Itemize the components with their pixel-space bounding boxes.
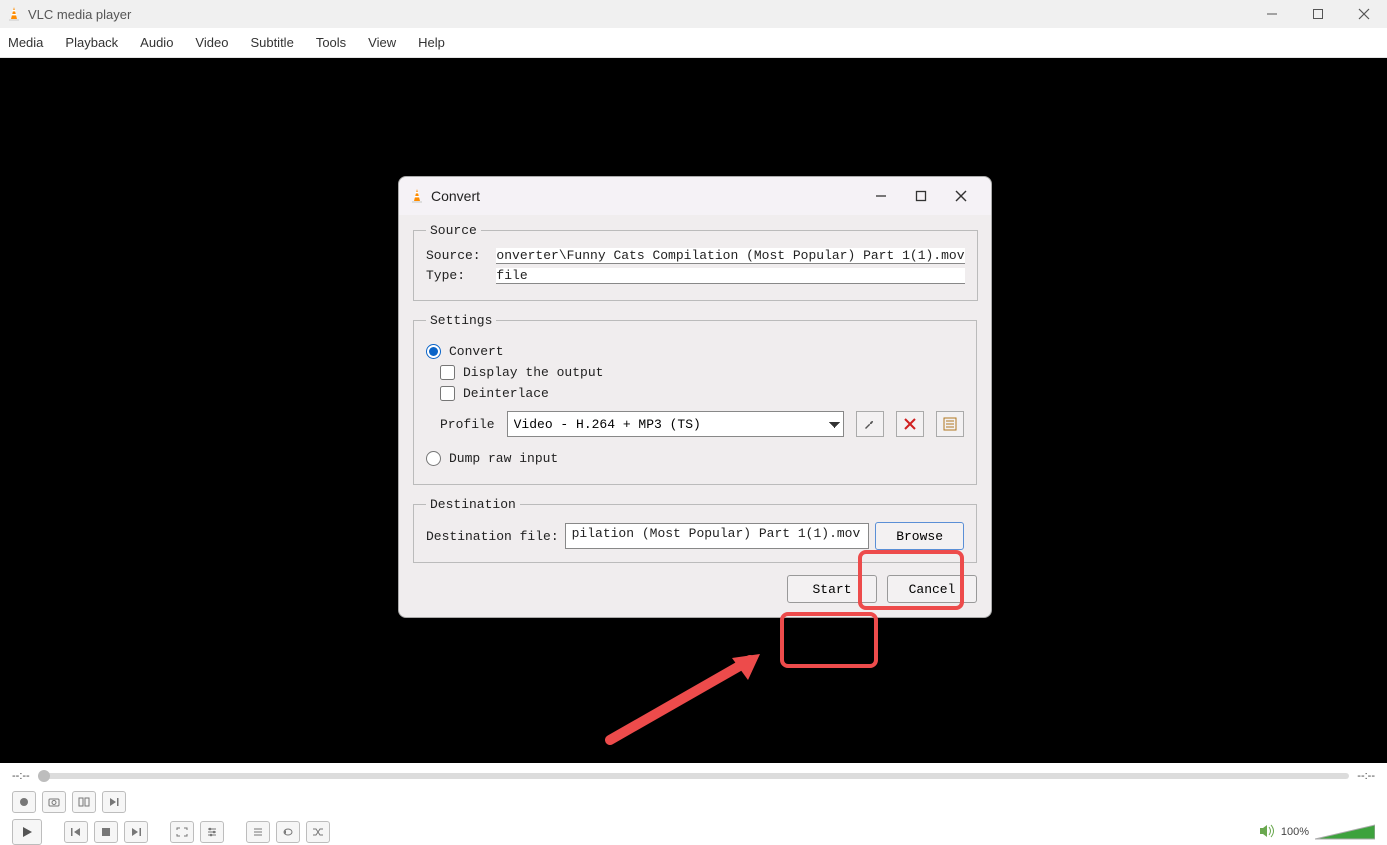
dump-radio[interactable] bbox=[426, 451, 441, 466]
convert-radio-row[interactable]: Convert bbox=[426, 344, 964, 359]
source-legend: Source bbox=[426, 223, 481, 238]
deinterlace-row[interactable]: Deinterlace bbox=[440, 386, 964, 401]
menu-view[interactable]: View bbox=[368, 35, 396, 50]
settings-group: Settings Convert Display the output Dein… bbox=[413, 313, 977, 485]
titlebar: VLC media player bbox=[0, 0, 1387, 28]
display-output-row[interactable]: Display the output bbox=[440, 365, 964, 380]
start-button[interactable]: Start bbox=[787, 575, 877, 603]
app-title: VLC media player bbox=[28, 7, 1249, 22]
speaker-icon[interactable] bbox=[1259, 824, 1275, 841]
new-profile-button[interactable] bbox=[936, 411, 964, 437]
x-icon bbox=[904, 418, 916, 430]
loop-button[interactable] bbox=[276, 821, 300, 843]
destination-group: Destination Destination file: pilation (… bbox=[413, 497, 977, 563]
stop-button[interactable] bbox=[94, 821, 118, 843]
deinterlace-checkbox[interactable] bbox=[440, 386, 455, 401]
time-elapsed: --:-- bbox=[12, 770, 30, 782]
skip-forward-button[interactable] bbox=[124, 821, 148, 843]
type-value: file bbox=[496, 268, 964, 284]
vlc-cone-icon bbox=[409, 188, 425, 204]
menu-playback[interactable]: Playback bbox=[65, 35, 118, 50]
vlc-cone-icon bbox=[6, 6, 22, 22]
menubar: Media Playback Audio Video Subtitle Tool… bbox=[0, 28, 1387, 58]
browse-button[interactable]: Browse bbox=[875, 522, 964, 550]
menu-media[interactable]: Media bbox=[8, 35, 43, 50]
profile-select[interactable]: Video - H.264 + MP3 (TS) bbox=[507, 411, 844, 437]
shuffle-button[interactable] bbox=[306, 821, 330, 843]
source-value: onverter\Funny Cats Compilation (Most Po… bbox=[496, 248, 964, 264]
seek-slider[interactable] bbox=[38, 773, 1350, 779]
dialog-maximize-button[interactable] bbox=[901, 182, 941, 210]
convert-label: Convert bbox=[449, 344, 504, 359]
menu-video[interactable]: Video bbox=[195, 35, 228, 50]
dump-label: Dump raw input bbox=[449, 451, 558, 466]
dialog-close-button[interactable] bbox=[941, 182, 981, 210]
type-label: Type: bbox=[426, 268, 488, 284]
menu-tools[interactable]: Tools bbox=[316, 35, 346, 50]
close-button[interactable] bbox=[1341, 0, 1387, 28]
profile-label: Profile bbox=[440, 417, 495, 432]
play-button[interactable] bbox=[12, 819, 42, 845]
display-output-checkbox[interactable] bbox=[440, 365, 455, 380]
atob-loop-button[interactable] bbox=[72, 791, 96, 813]
destination-label: Destination file: bbox=[426, 529, 559, 544]
deinterlace-label: Deinterlace bbox=[463, 386, 549, 401]
extended-settings-button[interactable] bbox=[200, 821, 224, 843]
snapshot-button[interactable] bbox=[42, 791, 66, 813]
fullscreen-button[interactable] bbox=[170, 821, 194, 843]
convert-dialog: Convert Source Source: onverter\Funny Ca… bbox=[398, 176, 992, 618]
destination-legend: Destination bbox=[426, 497, 520, 512]
player-controls: --:-- --:-- 100% bbox=[0, 763, 1387, 839]
dialog-title: Convert bbox=[431, 188, 861, 204]
edit-profile-button[interactable] bbox=[856, 411, 884, 437]
menu-subtitle[interactable]: Subtitle bbox=[250, 35, 293, 50]
frame-step-button[interactable] bbox=[102, 791, 126, 813]
volume-percent: 100% bbox=[1281, 826, 1309, 838]
delete-profile-button[interactable] bbox=[896, 411, 924, 437]
settings-legend: Settings bbox=[426, 313, 496, 328]
source-group: Source Source: onverter\Funny Cats Compi… bbox=[413, 223, 978, 301]
menu-audio[interactable]: Audio bbox=[140, 35, 173, 50]
source-label: Source: bbox=[426, 248, 488, 264]
dialog-minimize-button[interactable] bbox=[861, 182, 901, 210]
time-total: --:-- bbox=[1357, 770, 1375, 782]
minimize-button[interactable] bbox=[1249, 0, 1295, 28]
playlist-button[interactable] bbox=[246, 821, 270, 843]
skip-back-button[interactable] bbox=[64, 821, 88, 843]
record-button[interactable] bbox=[12, 791, 36, 813]
display-output-label: Display the output bbox=[463, 365, 603, 380]
convert-radio[interactable] bbox=[426, 344, 441, 359]
dialog-titlebar[interactable]: Convert bbox=[399, 177, 991, 215]
new-profile-icon bbox=[943, 417, 957, 431]
wrench-icon bbox=[863, 417, 877, 431]
maximize-button[interactable] bbox=[1295, 0, 1341, 28]
volume-slider[interactable] bbox=[1315, 823, 1375, 841]
menu-help[interactable]: Help bbox=[418, 35, 445, 50]
cancel-button[interactable]: Cancel bbox=[887, 575, 977, 603]
destination-file-input[interactable]: pilation (Most Popular) Part 1(1).mov bbox=[565, 523, 870, 549]
dump-radio-row[interactable]: Dump raw input bbox=[426, 451, 964, 466]
